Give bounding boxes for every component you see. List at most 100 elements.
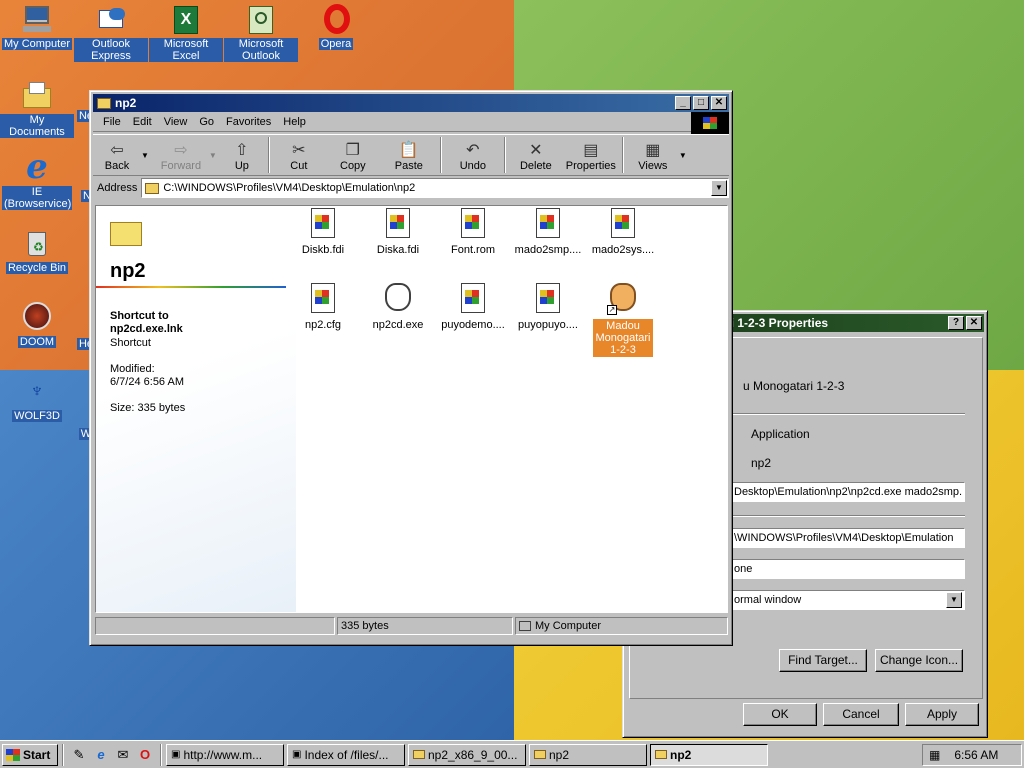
desktop-icon-my-documents[interactable]: My Documents — [0, 80, 74, 138]
task-button[interactable]: np2 — [529, 743, 647, 766]
status-zone: My Computer — [515, 617, 728, 635]
task-button[interactable]: np2_x86_9_00... — [408, 743, 526, 766]
outlook-icon — [245, 4, 277, 36]
explorer-title: np2 — [115, 96, 137, 110]
cat-shortcut-icon: ↗ — [607, 283, 637, 315]
status-size: 335 bytes — [337, 617, 513, 635]
show-desktop-icon[interactable]: ✎ — [70, 746, 88, 764]
toolbar-separator — [503, 137, 506, 173]
undo-button[interactable]: ↶ Undo — [445, 136, 501, 174]
desktop-icon-outlook[interactable]: Microsoft Outlook — [224, 4, 298, 62]
cut-button[interactable]: ✂ Cut — [273, 136, 325, 174]
menu-bar: File Edit View Go Favorites Help — [93, 112, 729, 134]
desktop-icon-my-computer[interactable]: My Computer — [0, 4, 74, 50]
properties-close-button[interactable]: ✕ — [966, 316, 982, 330]
document-icon — [536, 208, 560, 238]
menu-favorites[interactable]: Favorites — [220, 116, 277, 128]
find-target-button[interactable]: Find Target... — [779, 649, 867, 672]
explorer-title-bar[interactable]: np2 _ □ ✕ — [93, 94, 729, 112]
maximize-button[interactable]: □ — [693, 96, 709, 110]
cancel-button[interactable]: Cancel — [823, 703, 899, 726]
status-bar: 335 bytes My Computer — [95, 617, 728, 635]
help-button[interactable]: ? — [948, 316, 964, 330]
address-dropdown-icon[interactable]: ▼ — [711, 180, 727, 196]
ie-quick-launch-icon[interactable]: e — [92, 746, 110, 764]
forward-button[interactable]: ⇨ Forward — [153, 136, 209, 174]
views-button[interactable]: ▦ Views — [627, 136, 679, 174]
status-left — [95, 617, 335, 635]
apply-button[interactable]: Apply — [905, 703, 979, 726]
task-button[interactable]: ▣ Index of /files/... — [287, 743, 405, 766]
views-grid-icon: ▦ — [645, 142, 661, 159]
ie-page-icon: ▣ — [292, 749, 302, 760]
shortcut-key-field[interactable]: one — [731, 559, 965, 579]
opera-icon — [320, 4, 352, 36]
menu-help[interactable]: Help — [277, 116, 312, 128]
task-button[interactable]: ▣ http://www.m... — [166, 743, 284, 766]
minimize-button[interactable]: _ — [675, 96, 691, 110]
up-folder-icon: ⇧ — [235, 142, 249, 159]
address-input[interactable]: C:\WINDOWS\Profiles\VM4\Desktop\Emulatio… — [141, 178, 729, 198]
run-select[interactable]: ormal window ▼ — [731, 590, 965, 610]
chevron-down-icon[interactable]: ▼ — [946, 592, 962, 608]
tray-network-icon[interactable]: ▦ — [929, 748, 940, 762]
file-item[interactable]: mado2smp.... — [514, 208, 582, 256]
start-button[interactable]: Start — [2, 743, 58, 766]
file-item[interactable]: np2cd.exe — [364, 283, 432, 331]
opera-quick-launch-icon[interactable]: O — [136, 746, 154, 764]
address-label: Address — [97, 182, 138, 194]
copy-icon: ❐ — [345, 142, 361, 159]
file-item[interactable]: puyopuyo.... — [514, 283, 582, 331]
recycle-bin-icon: ♻ — [21, 228, 53, 260]
copy-button[interactable]: ❐ Copy — [325, 136, 381, 174]
properties-icon: ▤ — [583, 142, 599, 159]
document-icon — [611, 208, 635, 238]
views-dropdown-icon[interactable]: ▼ — [679, 151, 687, 160]
modified-label: Modified: — [110, 363, 155, 375]
change-icon-button[interactable]: Change Icon... — [875, 649, 963, 672]
desktop-icon-ie[interactable]: e IE (Browservice) — [0, 150, 74, 210]
clock[interactable]: 6:56 AM — [954, 748, 998, 762]
folder-large-icon — [110, 222, 142, 246]
close-button[interactable]: ✕ — [711, 96, 727, 110]
forward-dropdown-icon[interactable]: ▼ — [209, 151, 217, 160]
start-in-field[interactable]: \WINDOWS\Profiles\VM4\Desktop\Emulation — [731, 528, 965, 548]
desktop-icon-recycle-bin[interactable]: ♻ Recycle Bin — [0, 228, 74, 274]
doom-icon — [21, 302, 53, 334]
file-item[interactable]: mado2sys.... — [589, 208, 657, 256]
menu-file[interactable]: File — [97, 116, 127, 128]
file-item[interactable]: Diska.fdi — [364, 208, 432, 256]
task-button-active[interactable]: np2 — [650, 743, 768, 766]
menu-go[interactable]: Go — [193, 116, 220, 128]
file-item-selected[interactable]: ↗ Madou Monogatari 1-2-3 — [589, 283, 657, 357]
folder-icon — [534, 750, 546, 759]
separator-2 — [731, 515, 965, 517]
target-field[interactable]: Desktop\Emulation\np2\np2cd.exe mado2smp… — [731, 482, 965, 502]
ok-button[interactable]: OK — [743, 703, 817, 726]
ie-page-icon: ▣ — [171, 749, 181, 760]
file-view: np2 Shortcut to np2cd.exe.lnk Shortcut M… — [95, 205, 728, 613]
menu-edit[interactable]: Edit — [127, 116, 158, 128]
properties-button[interactable]: ▤ Properties — [563, 136, 619, 174]
forward-arrow-icon: ⇨ — [174, 142, 188, 159]
desktop-icon-wolf3d[interactable]: ♆ WOLF3D — [0, 376, 74, 422]
file-item[interactable]: Diskb.fdi — [289, 208, 357, 256]
back-button[interactable]: ⇦ Back — [93, 136, 141, 174]
paste-button[interactable]: 📋 Paste — [381, 136, 437, 174]
run-value: ormal window — [734, 594, 802, 606]
up-button[interactable]: ⇧ Up — [219, 136, 265, 174]
back-dropdown-icon[interactable]: ▼ — [141, 151, 149, 160]
windows-logo-icon — [691, 112, 729, 134]
file-item[interactable]: np2.cfg — [289, 283, 357, 331]
desktop: My Computer Outlook Express X Microsoft … — [0, 0, 1024, 740]
delete-button[interactable]: ✕ Delete — [509, 136, 563, 174]
desktop-icon-opera[interactable]: Opera — [299, 4, 373, 50]
menu-view[interactable]: View — [158, 116, 194, 128]
file-item[interactable]: Font.rom — [439, 208, 507, 256]
desktop-icon-excel[interactable]: X Microsoft Excel — [149, 4, 223, 62]
desktop-icon-doom[interactable]: DOOM — [0, 302, 74, 348]
desktop-icon-outlook-express[interactable]: Outlook Express — [74, 4, 148, 62]
outlook-quick-launch-icon[interactable]: ✉ — [114, 746, 132, 764]
delete-x-icon: ✕ — [529, 142, 543, 159]
file-item[interactable]: puyodemo.... — [439, 283, 507, 331]
